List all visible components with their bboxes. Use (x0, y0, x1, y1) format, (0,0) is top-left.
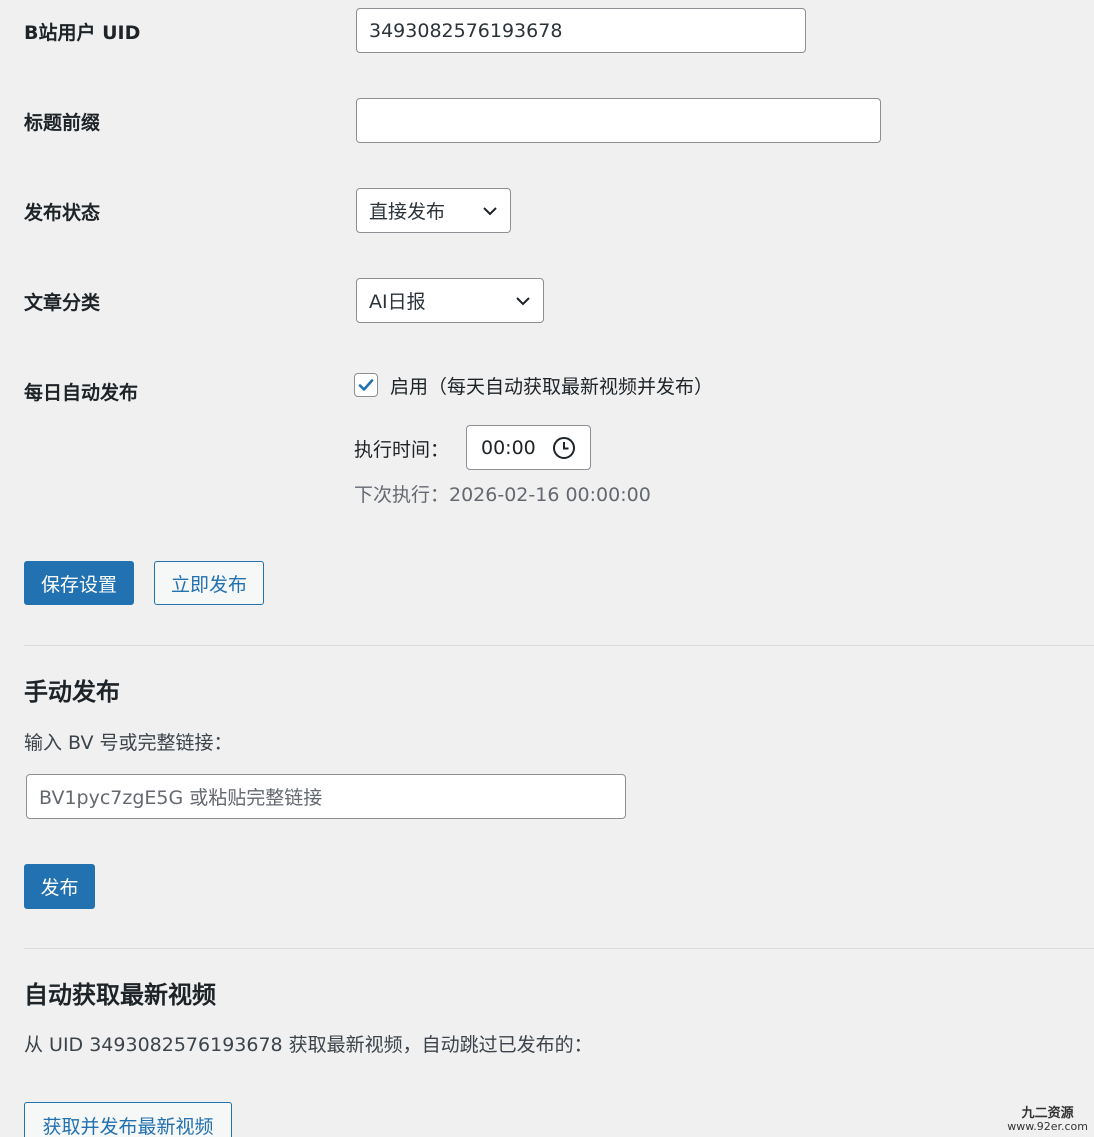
auto-fetch-desc: 从 UID 3493082576193678 获取最新视频，自动跳过已发布的： (24, 1034, 593, 1056)
settings-page: B站用户 UID 3493082576193678 标题前缀 发布状态 直接发布… (0, 0, 1094, 1137)
watermark: 九二资源 www.92er.com (1007, 1107, 1088, 1133)
bv-input[interactable]: BV1pyc7zgE5G 或粘贴完整链接 (26, 774, 626, 819)
check-icon (358, 379, 374, 391)
daily-auto-checkbox-label[interactable]: 启用（每天自动获取最新视频并发布） (390, 372, 713, 399)
publish-status-value: 直接发布 (369, 201, 446, 223)
watermark-name: 九二资源 (1021, 1106, 1074, 1121)
daily-auto-checkbox[interactable] (354, 373, 378, 397)
category-label: 文章分类 (24, 292, 101, 314)
clock-icon[interactable] (552, 436, 576, 460)
section-divider (24, 645, 1094, 646)
daily-auto-label: 每日自动发布 (24, 382, 139, 404)
manual-publish-button[interactable]: 发布 (24, 864, 95, 909)
exec-time-label: 执行时间： (354, 439, 450, 461)
chevron-down-icon (483, 206, 497, 215)
chevron-down-icon (516, 296, 530, 305)
uid-input[interactable]: 3493082576193678 (356, 8, 806, 53)
next-run-text: 下次执行：2026-02-16 00:00:00 (354, 484, 651, 506)
exec-time-input[interactable]: 00:00 (466, 425, 591, 470)
fetch-and-publish-button[interactable]: 获取并发布最新视频 (24, 1102, 232, 1137)
manual-input-label: 输入 BV 号或完整链接： (24, 732, 233, 754)
publish-status-label: 发布状态 (24, 202, 101, 224)
title-prefix-input[interactable] (356, 98, 881, 143)
publish-now-button[interactable]: 立即发布 (154, 561, 264, 605)
publish-status-select[interactable]: 直接发布 (356, 188, 511, 233)
section-divider (24, 948, 1094, 949)
uid-label: B站用户 UID (24, 22, 141, 44)
uid-value: 3493082576193678 (369, 19, 563, 42)
save-settings-button[interactable]: 保存设置 (24, 561, 134, 605)
category-select[interactable]: AI日报 (356, 278, 544, 323)
title-prefix-label: 标题前缀 (24, 112, 101, 134)
manual-publish-title: 手动发布 (24, 678, 120, 706)
auto-fetch-title: 自动获取最新视频 (24, 981, 216, 1009)
exec-time-value: 00:00 (481, 436, 536, 459)
bv-input-placeholder: BV1pyc7zgE5G 或粘贴完整链接 (39, 787, 323, 809)
watermark-url: www.92er.com (1007, 1120, 1088, 1133)
category-value: AI日报 (369, 291, 426, 313)
